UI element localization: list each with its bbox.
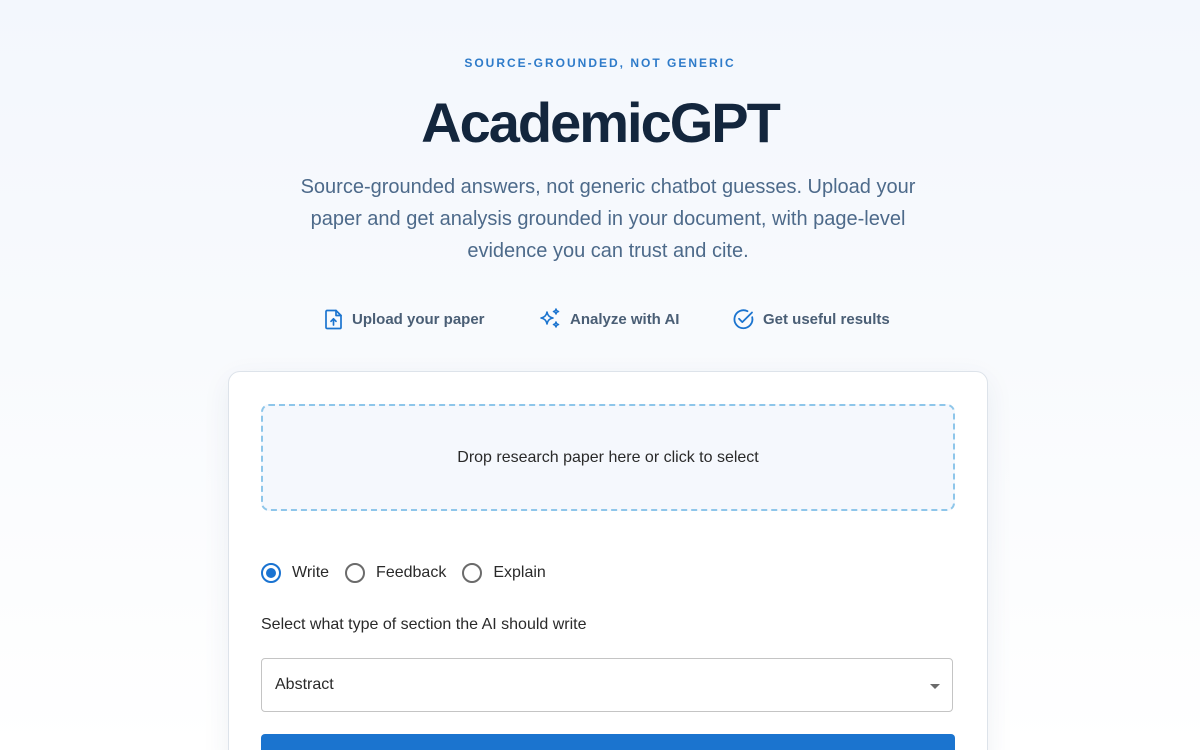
write-radio[interactable] (261, 563, 281, 583)
mode-radio-group: Write Feedback Explain (261, 560, 562, 586)
feature-upload-label: Upload your paper (352, 310, 485, 328)
feedback-radio[interactable] (345, 563, 366, 583)
page-title: AcademicGPT (421, 91, 781, 154)
chevron-down-icon (930, 684, 940, 689)
dropzone-text: Drop research paper here or click to sel… (457, 448, 759, 466)
write-radio-label: Write (292, 564, 330, 581)
feature-analyze: Analyze with AI (538, 305, 679, 333)
submit-button[interactable]: Submit (261, 734, 955, 750)
eyebrow-text: SOURCE-GROUNDED, NOT GENERIC (464, 56, 736, 70)
check-circle-icon (732, 308, 755, 331)
explain-radio[interactable] (462, 563, 483, 583)
mode-option-feedback[interactable]: Feedback (345, 563, 446, 583)
mode-option-explain[interactable]: Explain (462, 563, 546, 583)
feature-results-label: Get useful results (763, 310, 890, 328)
feature-upload: Upload your paper (324, 305, 485, 333)
upload-form-card: Drop research paper here or click to sel… (228, 371, 988, 750)
file-upload-icon (324, 308, 344, 330)
section-type-select[interactable]: Abstract (261, 658, 953, 712)
feature-list: Upload your paper Analyze with AI Get us… (0, 305, 1200, 333)
sparkles-icon (538, 307, 562, 331)
mode-option-write[interactable]: Write (261, 563, 329, 583)
feedback-radio-label: Feedback (376, 564, 447, 581)
page-subtitle: Source-grounded answers, not generic cha… (300, 176, 916, 262)
feature-analyze-label: Analyze with AI (570, 310, 680, 328)
section-type-label: Select what type of section the AI shoul… (261, 616, 587, 633)
explain-radio-label: Explain (493, 564, 546, 581)
section-type-value: Abstract (275, 676, 334, 693)
file-dropzone[interactable]: Drop research paper here or click to sel… (261, 404, 955, 511)
feature-results: Get useful results (732, 305, 890, 333)
